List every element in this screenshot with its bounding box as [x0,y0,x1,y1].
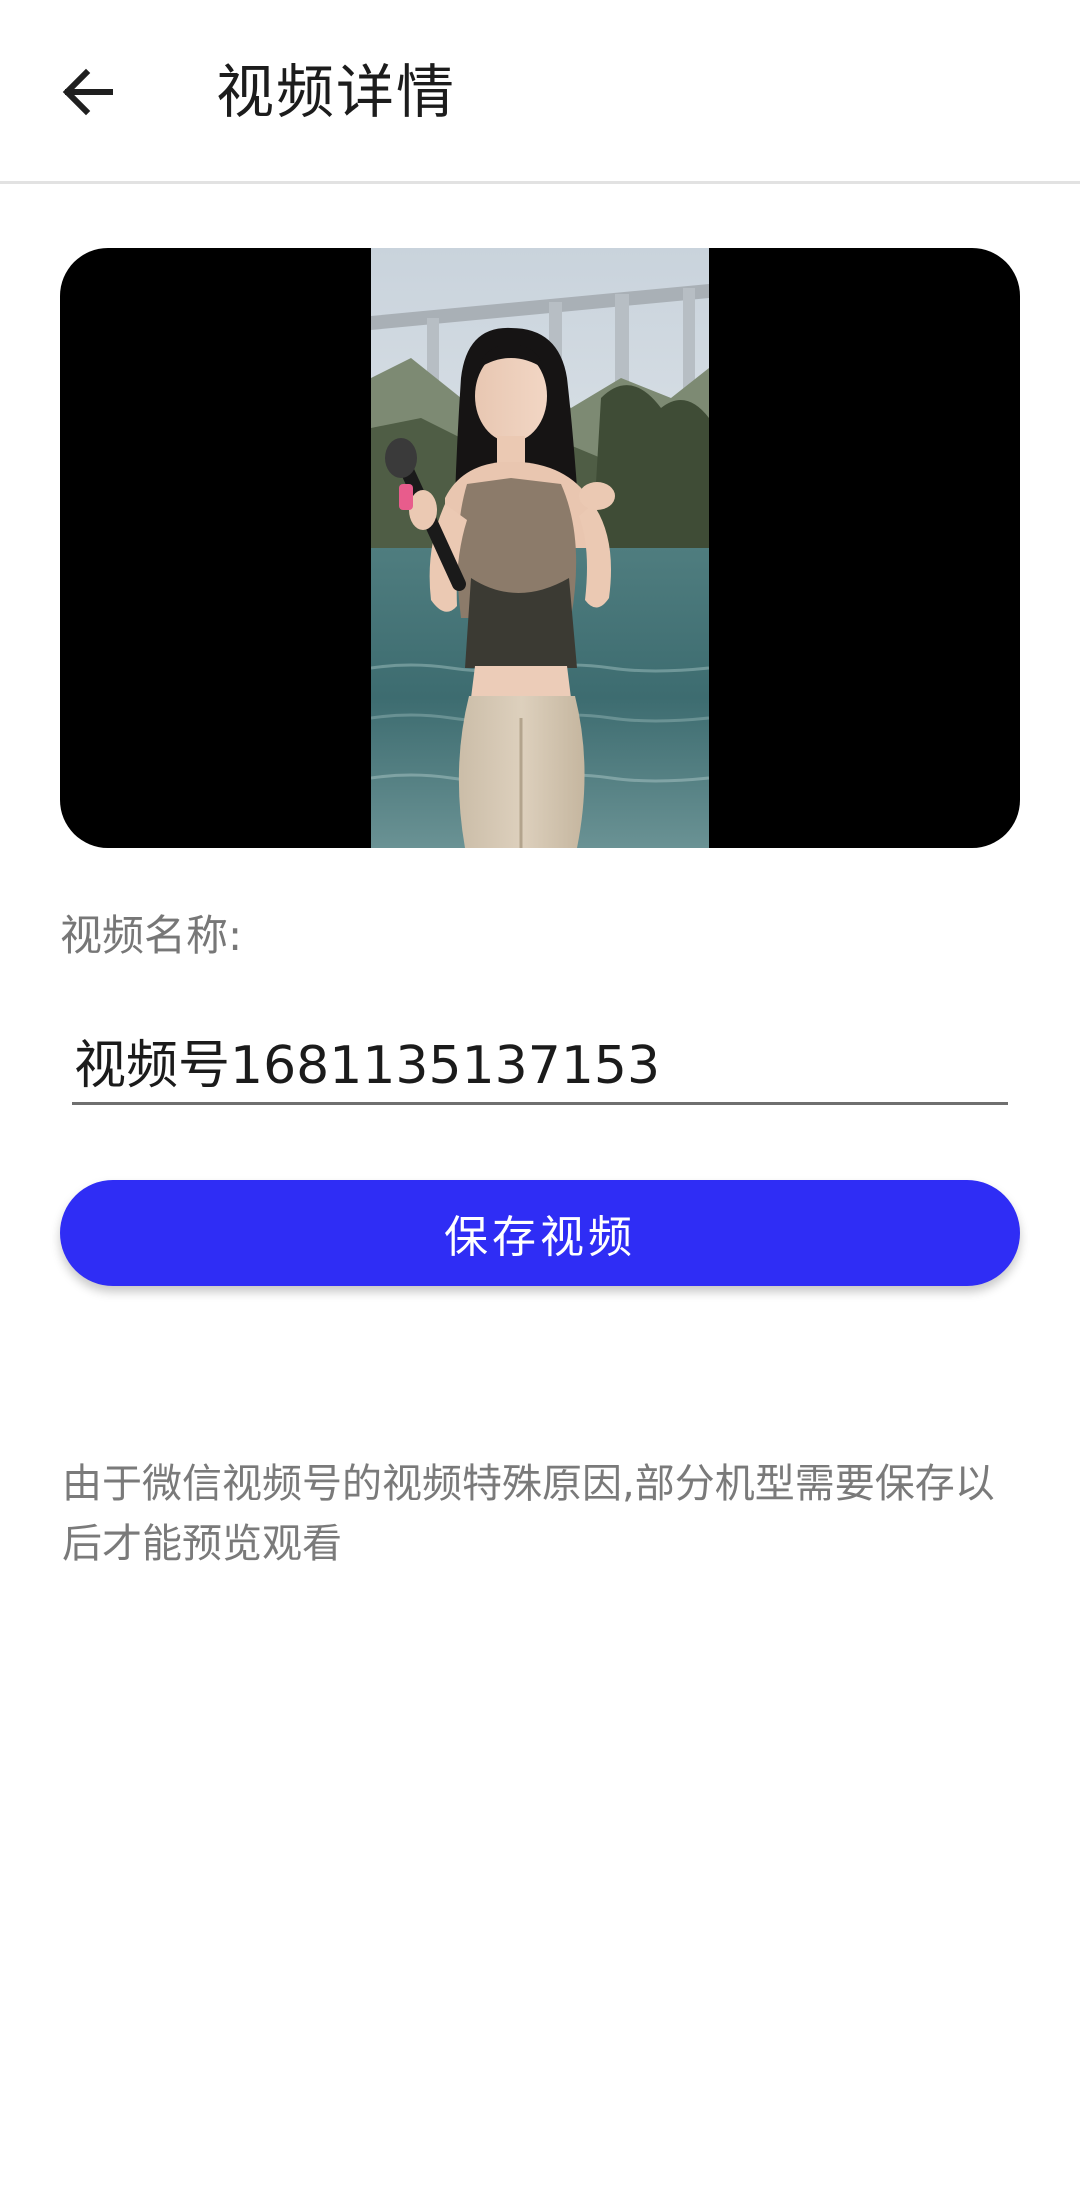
video-thumbnail[interactable] [371,248,709,848]
video-thumbnail-image [371,248,709,848]
save-notice-text: 由于微信视频号的视频特殊原因,部分机型需要保存以后才能预览观看 [62,1461,995,1567]
video-name-label: 视频名称: [60,911,243,960]
video-player[interactable] [60,248,1020,848]
save-video-button[interactable]: 保存视频 [60,1180,1020,1286]
page-title: 视频详情 [216,58,457,126]
arrow-left-icon [62,68,113,116]
app-bar: 视频详情 [0,0,1080,184]
video-name-input[interactable] [72,1025,1008,1105]
back-button[interactable] [40,44,136,140]
